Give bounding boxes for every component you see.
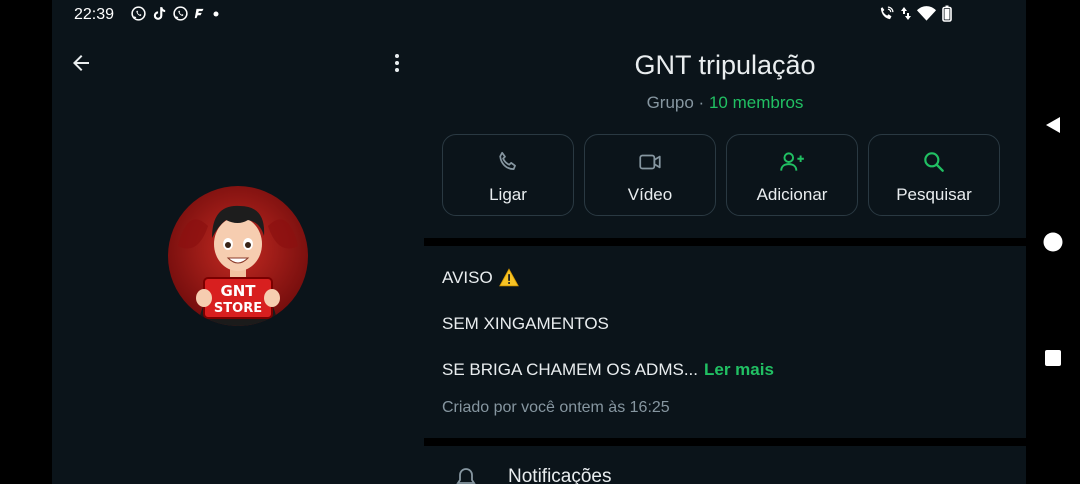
action-buttons: Ligar Vídeo Adicionar Pesquisar [442,134,1000,216]
description-line1: AVISO [442,268,493,287]
bell-icon [456,468,476,484]
arrow-left-icon [73,55,89,71]
nav-back-button[interactable] [1026,105,1080,145]
avatar-cartoon-image: GNT STORE [168,186,308,326]
call-button[interactable]: Ligar [442,134,574,216]
notifications-row[interactable]: Notificações [424,448,1026,484]
back-triangle-icon [1046,117,1060,133]
notifications-label: Notificações [508,466,612,484]
group-title[interactable]: GNT tripulação [424,50,1026,81]
battery-icon [942,5,952,22]
group-members-link[interactable]: 10 membros [709,93,803,112]
nav-recents-button[interactable] [1026,338,1080,378]
more-vertical-icon [395,54,399,72]
call-button-label: Ligar [489,185,527,204]
home-circle-icon [1043,232,1063,252]
search-button[interactable]: Pesquisar [868,134,1000,216]
avatar-label-line1: GNT [220,282,256,300]
description-line2: SEM XINGAMENTOS [442,314,609,333]
created-info: Criado por você ontem às 16:25 [442,399,670,416]
more-options-button[interactable] [382,48,412,78]
wifi-icon [917,6,936,21]
data-arrows-icon [901,7,911,20]
system-icons [878,5,952,22]
recents-square-icon [1045,350,1061,366]
video-icon [639,154,661,170]
whatsapp-icon [131,6,146,21]
video-button-label: Vídeo [627,185,673,204]
group-avatar[interactable]: GNT STORE [168,186,308,326]
tiktok-icon [153,7,166,20]
read-more-link[interactable]: Ler mais [704,360,774,380]
app-screen: 22:39 GNT STORE GNT tripulação Grupo · 1… [52,0,1026,484]
add-person-icon [780,152,804,171]
search-icon [924,152,944,172]
call-wifi-icon [880,6,894,20]
add-button[interactable]: Adicionar [726,134,858,216]
status-bar: 22:39 [52,0,1026,28]
section-divider [424,238,1026,246]
group-separator: · [698,93,705,112]
notification-icons [130,5,221,22]
system-navigation-bar [1026,0,1080,484]
dot-icon [213,11,219,17]
warning-icon [498,268,519,287]
avatar-label-line2: STORE [214,301,262,316]
phone-icon [499,151,516,171]
right-pane: GNT tripulação Grupo · 10 membros Ligar … [424,28,1026,484]
group-description[interactable]: AVISO SEM XINGAMENTOS SE BRIGA CHAMEM OS… [442,268,1012,406]
nav-home-button[interactable] [1026,222,1080,262]
add-button-label: Adicionar [756,185,828,204]
description-line3: SE BRIGA CHAMEM OS ADMS... [442,360,698,379]
whatsapp-icon [173,6,188,21]
group-type: Grupo [646,93,694,112]
group-subtitle: Grupo · 10 membros [424,93,1026,113]
flash-icon [194,8,204,19]
section-divider [424,438,1026,446]
video-button[interactable]: Vídeo [584,134,716,216]
search-button-label: Pesquisar [896,185,972,204]
status-time: 22:39 [74,6,115,23]
left-pane: GNT STORE [52,28,424,484]
back-button[interactable] [66,48,96,78]
